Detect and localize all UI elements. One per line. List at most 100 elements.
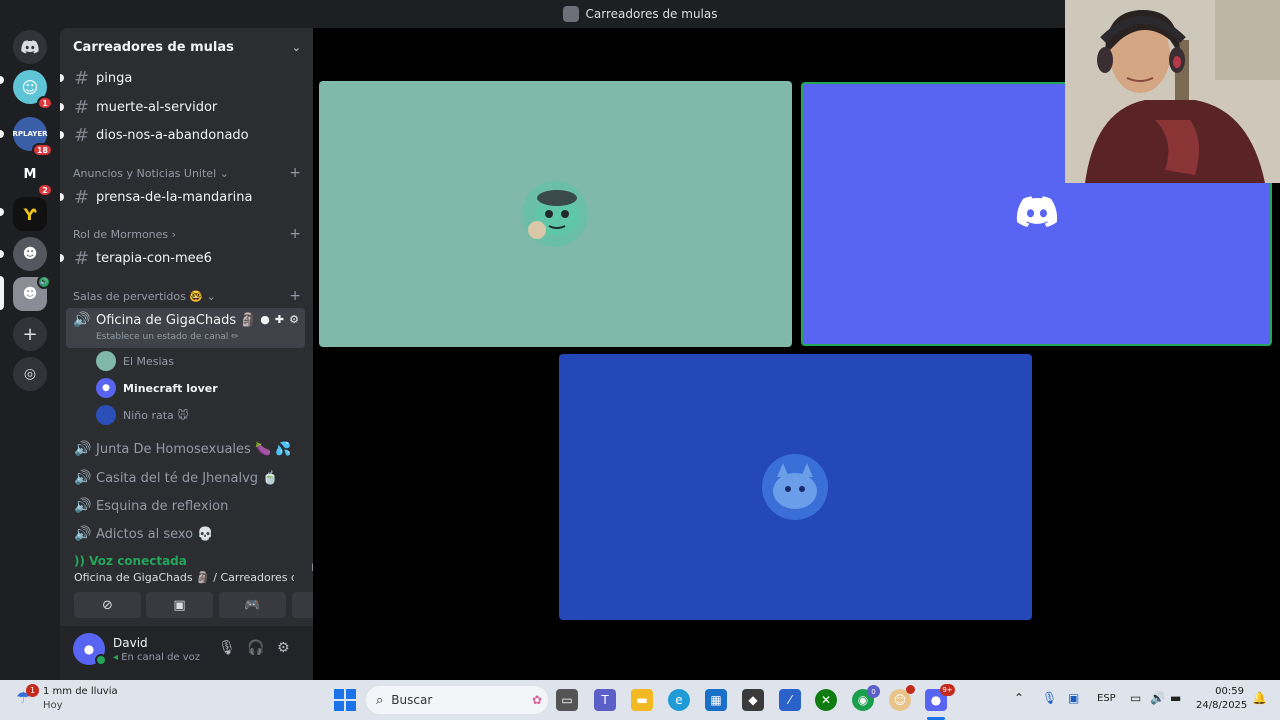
unread-indicator	[60, 254, 64, 262]
visual-studio-icon[interactable]: ⁄	[779, 689, 801, 711]
category-label: Anuncios y Noticias Unitel	[73, 166, 217, 180]
voice-channel[interactable]: 🔊 Casita del té de Jhenalvg 🍵	[68, 466, 305, 490]
hash-icon: #	[74, 124, 90, 146]
xbox-icon[interactable]: ✕	[815, 689, 837, 711]
task-view-icon[interactable]: ▭	[556, 689, 578, 711]
windows-start-button[interactable]	[334, 689, 356, 711]
voice-member[interactable]: El Mesias	[96, 350, 174, 372]
channel-pinga[interactable]: # pinga	[60, 65, 305, 91]
server-1-badge: 1	[37, 96, 53, 110]
discord-logo-icon	[1013, 192, 1061, 232]
category-label: Salas de pervertidos 🤓	[73, 289, 204, 303]
server-3-icon[interactable]: M 2	[13, 157, 53, 197]
headphones-icon[interactable]: 🎧	[247, 640, 264, 656]
channel-muerte-al-servidor[interactable]: # muerte-al-servidor	[60, 94, 305, 120]
chrome-icon[interactable]: ◉ 0	[852, 685, 880, 711]
weather-temp[interactable]: 1 mm de lluvia	[43, 686, 118, 697]
voice-status[interactable]: )) Voz conectada	[74, 554, 187, 568]
voice-channel[interactable]: 🔊 Adictos al sexo 💀	[68, 522, 305, 546]
avatar	[96, 351, 116, 371]
notifications-icon[interactable]: 🔔	[1252, 691, 1267, 705]
file-explorer-icon[interactable]: ▬	[631, 689, 653, 711]
search-placeholder: Buscar	[391, 693, 433, 707]
unread-pill	[0, 208, 4, 216]
speaker-icon: 🔊	[74, 441, 92, 457]
participant-tile-el-mesias[interactable]	[319, 81, 792, 347]
microphone-icon[interactable]: 🎙	[218, 640, 236, 656]
windows-taskbar: ☂ 1 1 mm de lluvia Hoy ⌕ Buscar ✿ ▭ T ▬ …	[0, 680, 1280, 720]
server-1-icon[interactable]: ☺ 1	[13, 70, 53, 110]
category-salas[interactable]: Salas de pervertidos 🤓 ⌄ +	[73, 287, 301, 305]
channel-prensa[interactable]: # prensa-de-la-mandarina	[60, 184, 305, 210]
language-indicator[interactable]: ESP	[1097, 693, 1116, 704]
channel-label: dios-nos-a-abandonado	[96, 127, 249, 143]
discord-home-icon[interactable]	[13, 30, 47, 64]
voice-channel-active[interactable]: 🔊 Oficina de GigaChads 🗿 Establece un es…	[66, 308, 305, 348]
channel-status-prompt[interactable]: Establece un estado de canal ✏	[96, 332, 239, 342]
participant-tile-nino-rata[interactable]	[559, 354, 1032, 620]
unread-indicator	[60, 193, 64, 201]
speaker-icon: 🔊	[73, 312, 91, 328]
chevron-down-icon: ⌄	[291, 40, 301, 54]
channel-dios-nos-a-abandonado[interactable]: # dios-nos-a-abandonado	[60, 122, 305, 148]
add-channel-icon[interactable]: +	[289, 226, 301, 242]
online-status-dot	[95, 654, 107, 666]
voice-member[interactable]: ● Minecraft lover	[96, 377, 218, 399]
camera-off-button[interactable]: ⊘	[74, 592, 141, 618]
chevron-right-icon: ›	[171, 227, 177, 241]
unread-pill	[0, 76, 4, 84]
taskbar-search-box[interactable]: ⌕ Buscar ✿	[366, 686, 548, 714]
microphone-icon[interactable]: 🎙	[1042, 691, 1057, 705]
invite-icon[interactable]: ✚	[275, 313, 284, 326]
gear-icon[interactable]: ⚙	[289, 313, 299, 326]
voice-location[interactable]: Oficina de GigaChads 🗿 / Carreadores d..…	[74, 571, 294, 584]
gear-icon[interactable]: ⚙	[277, 640, 290, 656]
soundboard-button[interactable]: ✦	[292, 592, 313, 618]
screen-share-button[interactable]: ▣	[146, 592, 213, 618]
weather-widget[interactable]: ☂ 1	[16, 684, 39, 710]
unity-icon[interactable]: ◆	[742, 689, 764, 711]
store-icon[interactable]: ▦	[705, 689, 727, 711]
chat-bubble-icon[interactable]: ●	[260, 313, 270, 326]
activities-button[interactable]: 🎮	[219, 592, 286, 618]
category-label: Rol de Mormones	[73, 227, 169, 241]
add-server-icon[interactable]: +	[13, 317, 47, 351]
clock-time: 00:59	[1215, 686, 1244, 697]
voice-member[interactable]: Niño rata 🐭	[96, 404, 189, 426]
server-2-icon[interactable]: RPLAYER 18	[13, 117, 53, 157]
channel-label: pinga	[96, 70, 133, 86]
clock-date: 24/8/2025	[1196, 700, 1248, 711]
tray-app-icon[interactable]: ▣	[1068, 691, 1079, 705]
channel-terapia[interactable]: # terapia-con-mee6	[60, 245, 305, 271]
server-header[interactable]: Carreadores de mulas ⌄	[60, 28, 313, 66]
hash-icon: #	[74, 96, 90, 118]
battery-icon[interactable]: ▬	[1170, 691, 1181, 705]
voice-channel[interactable]: 🔊 Junta De Homosexuales 🍆 💦	[68, 437, 305, 461]
hash-icon: #	[74, 247, 90, 269]
screen-share-icon: ▣	[173, 597, 186, 613]
speaker-icon: ◂	[113, 652, 122, 663]
add-channel-icon[interactable]: +	[289, 165, 301, 181]
server-rail: ☺ 1 RPLAYER 18 M 2 Ƴ ☻ ☻ 🔊 + ◎	[0, 28, 60, 680]
volume-icon[interactable]: 🔊	[1150, 691, 1165, 705]
discord-taskbar-icon[interactable]: ● 9+	[925, 684, 955, 711]
app-icon[interactable]: ☺	[889, 685, 915, 711]
avatar: ●	[96, 378, 116, 398]
voice-channel[interactable]: 🔊 Esquina de reflexion	[68, 494, 305, 518]
teams-icon[interactable]: T	[594, 689, 616, 711]
carreadores-server-icon[interactable]: ☻ 🔊	[13, 275, 51, 311]
network-icon[interactable]: ▭	[1130, 691, 1141, 705]
server-5-icon[interactable]: ☻	[13, 237, 47, 271]
edge-icon[interactable]: e	[668, 689, 690, 711]
server-4-icon[interactable]: Ƴ	[13, 197, 47, 231]
discover-compass-icon[interactable]: ◎	[13, 357, 47, 391]
category-anuncios[interactable]: Anuncios y Noticias Unitel ⌄ +	[73, 164, 301, 182]
username[interactable]: David	[113, 636, 148, 650]
category-rol-de-mormones[interactable]: Rol de Mormones › +	[73, 225, 301, 243]
clock[interactable]: 00:59 24/8/2025	[1196, 686, 1248, 711]
voice-channel-label: Esquina de reflexion	[96, 498, 229, 514]
member-name: Minecraft lover	[123, 381, 218, 395]
add-channel-icon[interactable]: +	[289, 288, 301, 304]
chevron-up-icon[interactable]: ⌃	[1014, 691, 1024, 705]
flamingo-icon: ✿	[531, 693, 542, 707]
